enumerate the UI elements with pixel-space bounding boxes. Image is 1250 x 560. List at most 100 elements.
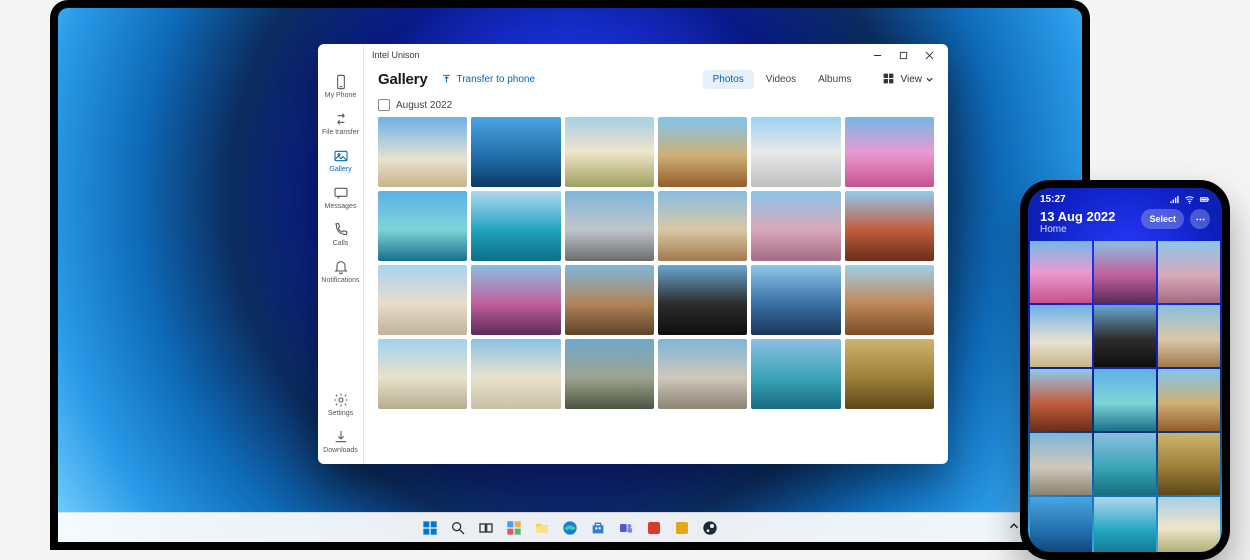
chevron-up-icon: [1008, 520, 1020, 532]
photo-thumbnail[interactable]: [845, 191, 934, 261]
tab-label: Videos: [766, 74, 796, 85]
view-label-text: View: [901, 74, 923, 85]
photo-thumbnail[interactable]: [658, 117, 747, 187]
app-yellow-button[interactable]: [673, 519, 691, 537]
phone-frame: 15:27 13 Aug 2022 Home Select: [1020, 180, 1230, 560]
minimize-button[interactable]: [864, 44, 890, 66]
phone-select-button[interactable]: Select: [1141, 209, 1184, 229]
phone-photo-thumbnail[interactable]: [1030, 497, 1092, 552]
nav-calls[interactable]: Calls: [321, 218, 361, 251]
photo-thumbnail[interactable]: [565, 191, 654, 261]
titlebar[interactable]: Intel Unison: [364, 44, 948, 66]
start-button[interactable]: [421, 519, 439, 537]
more-icon: [1195, 214, 1206, 225]
photo-thumbnail[interactable]: [378, 191, 467, 261]
photo-thumbnail[interactable]: [658, 339, 747, 409]
phone-photo-thumbnail[interactable]: [1094, 241, 1156, 303]
photo-thumbnail[interactable]: [751, 117, 840, 187]
tab-albums[interactable]: Albums: [808, 70, 861, 89]
left-nav-rail: My Phone File transfer Gallery Messages …: [318, 44, 364, 464]
phone-photo-thumbnail[interactable]: [1094, 433, 1156, 495]
photo-thumbnail[interactable]: [658, 191, 747, 261]
photo-thumbnail[interactable]: [845, 265, 934, 335]
task-view-icon: [478, 520, 494, 536]
page-title: Gallery: [378, 71, 427, 88]
laptop-frame: My Phone File transfer Gallery Messages …: [50, 0, 1090, 550]
tab-photos[interactable]: Photos: [703, 70, 754, 89]
tab-videos[interactable]: Videos: [756, 70, 806, 89]
photo-thumbnail[interactable]: [378, 117, 467, 187]
tray-overflow[interactable]: [1008, 520, 1020, 535]
phone-screen: 15:27 13 Aug 2022 Home Select: [1028, 188, 1222, 552]
chevron-down-icon: [925, 75, 934, 84]
widgets-button[interactable]: [505, 519, 523, 537]
phone-more-button[interactable]: [1190, 209, 1210, 229]
photo-thumbnail[interactable]: [751, 191, 840, 261]
photo-thumbnail[interactable]: [565, 117, 654, 187]
close-button[interactable]: [916, 44, 942, 66]
view-dropdown[interactable]: View: [901, 74, 935, 85]
notifications-icon: [333, 259, 349, 275]
nav-settings[interactable]: Settings: [321, 388, 361, 421]
nav-notifications[interactable]: Notifications: [321, 255, 361, 288]
phone-gallery-header: 13 Aug 2022 Home Select: [1028, 207, 1222, 241]
photo-thumbnail[interactable]: [751, 339, 840, 409]
edge-button[interactable]: [561, 519, 579, 537]
phone-photo-thumbnail[interactable]: [1030, 433, 1092, 495]
settings-icon: [333, 392, 349, 408]
phone-photo-thumbnail[interactable]: [1158, 369, 1220, 431]
phone-photo-thumbnail[interactable]: [1158, 241, 1220, 303]
photo-thumbnail[interactable]: [565, 265, 654, 335]
teams-icon: [618, 520, 634, 536]
phone-photo-thumbnail[interactable]: [1094, 497, 1156, 552]
nav-file-transfer[interactable]: File transfer: [321, 107, 361, 140]
photo-thumbnail[interactable]: [471, 265, 560, 335]
phone-photo-thumbnail[interactable]: [1158, 497, 1220, 552]
store-button[interactable]: [589, 519, 607, 537]
photo-thumbnail[interactable]: [378, 339, 467, 409]
app-red-button[interactable]: [645, 519, 663, 537]
phone-statusbar: 15:27: [1028, 188, 1222, 207]
nav-label: Downloads: [323, 447, 358, 454]
steam-button[interactable]: [701, 519, 719, 537]
teams-button[interactable]: [617, 519, 635, 537]
edge-icon: [562, 520, 578, 536]
nav-my-phone[interactable]: My Phone: [321, 70, 361, 103]
nav-messages[interactable]: Messages: [321, 181, 361, 214]
photo-thumbnail[interactable]: [658, 265, 747, 335]
nav-downloads[interactable]: Downloads: [321, 425, 361, 458]
task-view-button[interactable]: [477, 519, 495, 537]
desktop-wallpaper: My Phone File transfer Gallery Messages …: [58, 8, 1082, 542]
window-title: Intel Unison: [370, 50, 420, 60]
phone-photo-thumbnail[interactable]: [1030, 305, 1092, 367]
maximize-button[interactable]: [890, 44, 916, 66]
photo-thumbnail[interactable]: [378, 265, 467, 335]
photo-thumbnail[interactable]: [471, 117, 560, 187]
phone-album-name: Home: [1040, 224, 1115, 235]
explorer-button[interactable]: [533, 519, 551, 537]
nav-label: Gallery: [329, 166, 351, 173]
gallery-header: Gallery Transfer to phone Photos Videos …: [364, 66, 948, 97]
phone-photo-thumbnail[interactable]: [1094, 305, 1156, 367]
grid-view-icon[interactable]: [882, 72, 895, 88]
photo-thumbnail[interactable]: [845, 117, 934, 187]
nav-gallery[interactable]: Gallery: [321, 144, 361, 177]
phone-photo-thumbnail[interactable]: [1094, 369, 1156, 431]
photo-thumbnail[interactable]: [471, 339, 560, 409]
nav-label: Settings: [328, 410, 353, 417]
explorer-icon: [534, 520, 550, 536]
photo-thumbnail[interactable]: [565, 339, 654, 409]
photo-thumbnail[interactable]: [751, 265, 840, 335]
phone-photo-thumbnail[interactable]: [1030, 369, 1092, 431]
photo-thumbnail[interactable]: [471, 191, 560, 261]
photo-thumbnail[interactable]: [845, 339, 934, 409]
search-button[interactable]: [449, 519, 467, 537]
phone-photo-thumbnail[interactable]: [1158, 305, 1220, 367]
tab-label: Albums: [818, 74, 851, 85]
phone-photo-thumbnail[interactable]: [1158, 433, 1220, 495]
phone-clock: 15:27: [1040, 194, 1066, 205]
select-month-checkbox[interactable]: [378, 99, 390, 111]
transfer-to-phone-link[interactable]: Transfer to phone: [441, 74, 535, 85]
downloads-icon: [333, 429, 349, 445]
phone-photo-thumbnail[interactable]: [1030, 241, 1092, 303]
